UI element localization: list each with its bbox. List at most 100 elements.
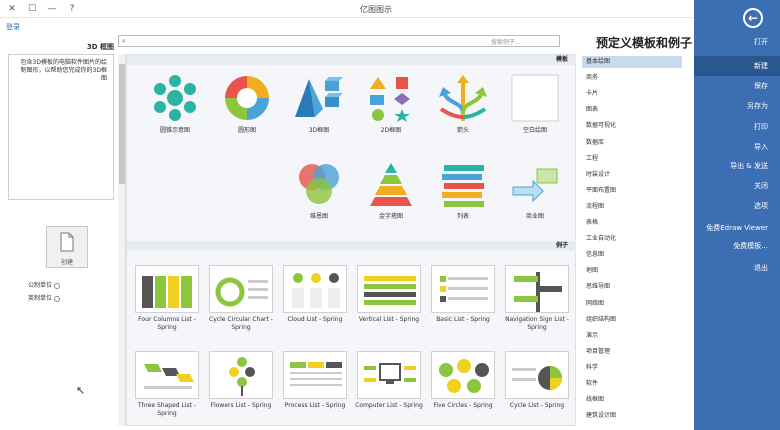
template-label: 3D框图	[308, 127, 330, 134]
sidebar-item[interactable]: 打开	[694, 32, 780, 52]
example-cycle-circular-chart[interactable]: Cycle Circular Chart - Spring	[205, 265, 277, 332]
category-item[interactable]: 卡片	[582, 88, 682, 100]
template-label: 列表	[456, 213, 469, 220]
example-computer-list[interactable]: Computer List - Spring	[353, 351, 425, 410]
category-item[interactable]: 流程图	[582, 201, 682, 213]
example-flowers-list[interactable]: Flowers List - Spring	[205, 351, 277, 410]
category-item[interactable]: 演示	[582, 330, 682, 342]
category-item[interactable]: 思维导图	[582, 281, 682, 293]
example-label: Four Columns List - Spring	[138, 316, 196, 331]
radio-imperial[interactable]: 英制单位	[28, 293, 61, 302]
example-label: Three Shaped List - Spring	[137, 402, 197, 417]
template-cone[interactable]: 圆锥示意图	[139, 73, 211, 135]
category-item[interactable]: 表格	[582, 217, 682, 229]
example-five-circles[interactable]: Five Circles - Spring	[427, 351, 499, 410]
cursor-icon: ↖	[76, 384, 86, 397]
category-item[interactable]: 基本绘图	[582, 56, 682, 68]
example-thumbnail	[135, 265, 199, 313]
sidebar: ← 打开新建 保存 另存为 打印 导入 导出 & 发送 关闭 选项 免费Edraw Viewer…	[694, 0, 780, 430]
template-circle[interactable]: 圆形图	[211, 73, 283, 135]
venn-icon	[299, 164, 339, 204]
maximize-icon[interactable]: ☐	[24, 2, 40, 16]
sidebar-item[interactable]: 免费Edraw Viewer	[694, 218, 780, 238]
sidebar-item[interactable]: 另存为	[694, 96, 780, 116]
example-label: Cycle Circular Chart - Spring	[209, 316, 273, 331]
example-label: Cloud List - Spring	[287, 316, 343, 323]
category-item[interactable]: 线框图	[582, 394, 682, 406]
list-icon	[442, 165, 484, 207]
template-business[interactable]: 商业图	[499, 159, 571, 221]
example-thumbnail	[431, 265, 495, 313]
sidebar-item[interactable]: 打印	[694, 117, 780, 137]
category-item[interactable]: 商务	[582, 72, 682, 84]
category-item[interactable]: 数据库	[582, 137, 682, 149]
minimize-icon[interactable]: —	[44, 2, 60, 16]
sidebar-item[interactable]: 保存	[694, 76, 780, 96]
category-item[interactable]: 信息图	[582, 249, 682, 261]
3d-block-icon	[295, 77, 343, 117]
example-cloud-list[interactable]: Cloud List - Spring	[279, 265, 351, 324]
sidebar-item[interactable]: 导入	[694, 137, 780, 157]
sidebar-item[interactable]: 导出 & 发送	[694, 156, 780, 176]
gallery-area: 模板 空白绘图 箭头 2D框图 3D框图 圆形图 圆锥示意图 商业图 列表 金字…	[126, 54, 576, 426]
description-title: 3D 框图	[86, 43, 114, 51]
search-placeholder: 搜索例子...	[491, 39, 521, 46]
category-item[interactable]: 平面布置图	[582, 185, 682, 197]
category-item[interactable]: 时装设计	[582, 169, 682, 181]
category-item[interactable]: 项目管理	[582, 346, 682, 358]
template-label: 箭头	[456, 127, 469, 134]
category-item[interactable]: 网络图	[582, 298, 682, 310]
create-button-label: 创建	[60, 259, 73, 266]
radio-imperial-label: 英制单位	[28, 295, 53, 302]
example-navigation-sign-list[interactable]: Navigation Sign List - Spring	[501, 265, 573, 332]
example-four-columns-list[interactable]: Four Columns List - Spring	[131, 265, 203, 332]
sidebar-item[interactable]: 关闭	[694, 176, 780, 196]
category-item[interactable]: 软件	[582, 378, 682, 390]
description-panel: 包含3D模板的电脑软件图片的绘制图形，以帮助您完成你的3D框图	[8, 54, 114, 200]
radio-metric[interactable]: 公制单位	[28, 280, 61, 289]
business-icon	[512, 168, 558, 203]
scrollbar[interactable]	[118, 54, 126, 426]
template-list[interactable]: 列表	[427, 159, 499, 221]
scrollbar-thumb[interactable]	[119, 64, 125, 184]
sidebar-item[interactable]: 退出	[694, 258, 780, 278]
category-item[interactable]: 建筑设计图	[582, 410, 682, 422]
login-link[interactable]: 登录	[6, 22, 20, 32]
example-three-shaped-list[interactable]: Three Shaped List - Spring	[131, 351, 203, 418]
template-arrows[interactable]: 箭头	[427, 73, 499, 135]
category-list: 基本绘图商务卡片图表数据可视化数据库工程时装设计平面布置图流程图表格工业自动化信…	[582, 52, 694, 430]
category-item[interactable]: 数据可视化	[582, 120, 682, 132]
help-icon[interactable]: ?	[64, 2, 80, 16]
category-item[interactable]: 地图	[582, 265, 682, 277]
back-arrow-icon[interactable]: ←	[743, 8, 763, 28]
search-icon[interactable]: ⌕	[122, 37, 126, 46]
category-item[interactable]: 工程	[582, 153, 682, 165]
close-icon[interactable]: ✕	[4, 2, 20, 16]
template-blank[interactable]: 空白绘图	[499, 73, 571, 135]
template-pyramid[interactable]: 金字塔图	[355, 159, 427, 221]
example-basic-list[interactable]: Basic List - Spring	[427, 265, 499, 324]
example-vertical-list[interactable]: Vertical List - Spring	[353, 265, 425, 324]
example-label: Navigation Sign List - Spring	[505, 316, 569, 331]
example-label: Computer List - Spring	[355, 402, 423, 409]
template-3d-block[interactable]: 3D框图	[283, 73, 355, 135]
example-thumbnail	[431, 351, 495, 399]
sidebar-item[interactable]: 免费模板...	[694, 236, 780, 256]
arrows-icon	[439, 75, 487, 121]
template-2d-block[interactable]: 2D框图	[355, 73, 427, 135]
create-button[interactable]: 创建	[46, 226, 88, 268]
search-input[interactable]: ⌕ 搜索例子...	[118, 35, 560, 47]
window-title: 亿图图示	[360, 5, 392, 14]
category-item[interactable]: 科学	[582, 362, 682, 374]
sidebar-item[interactable]: 新建	[694, 56, 780, 76]
template-venn[interactable]: 维恩图	[283, 159, 355, 221]
title-bar: 亿图图示 ✕ ☐ — ?	[0, 0, 780, 18]
example-process-list[interactable]: Process List - Spring	[279, 351, 351, 410]
pyramid-icon	[370, 163, 412, 206]
category-item[interactable]: 工业自动化	[582, 233, 682, 245]
example-cycle-list[interactable]: Cycle List - Spring	[501, 351, 573, 410]
example-thumbnail	[283, 265, 347, 313]
sidebar-item[interactable]: 选项	[694, 196, 780, 216]
category-item[interactable]: 组织结构图	[582, 314, 682, 326]
category-item[interactable]: 图表	[582, 104, 682, 116]
